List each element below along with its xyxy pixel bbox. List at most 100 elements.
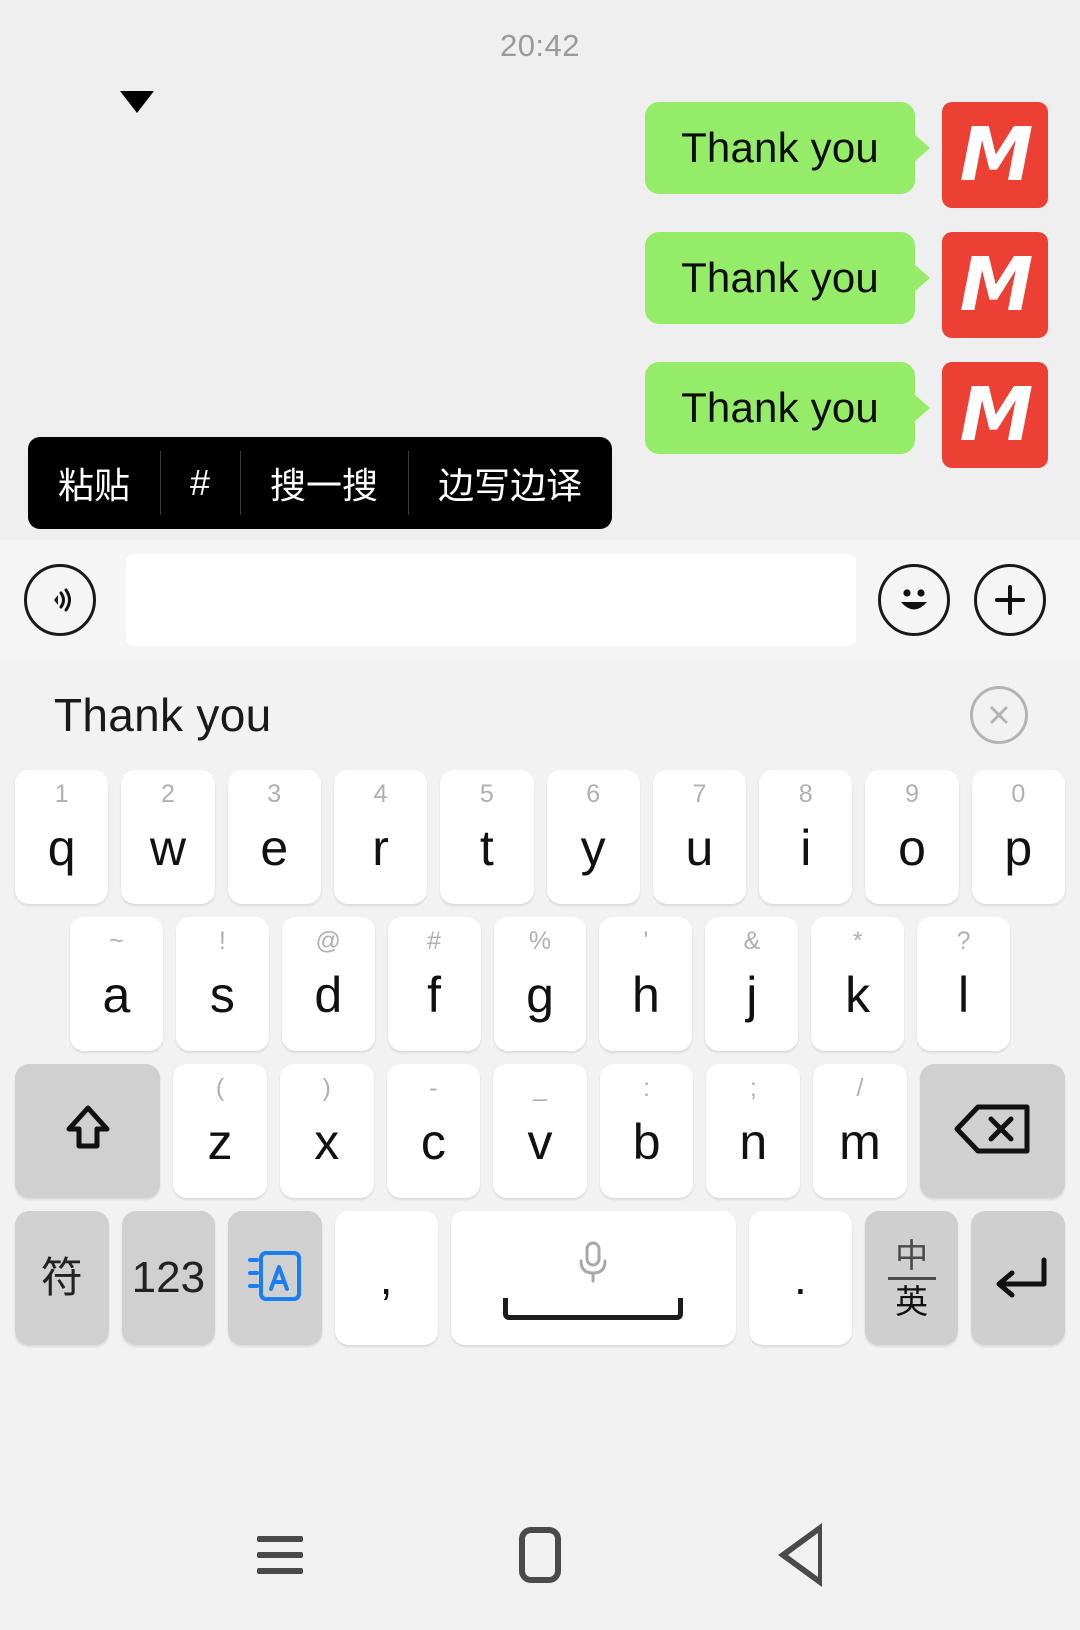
numeric-key-label: 123 xyxy=(131,1253,206,1302)
message-bubble-wrap[interactable]: Thank you xyxy=(645,232,930,325)
key-y[interactable]: 6 y xyxy=(546,770,640,904)
key-h[interactable]: ' h xyxy=(599,917,693,1051)
language-toggle-chinese: 中 xyxy=(895,1236,929,1274)
backspace-key[interactable] xyxy=(919,1064,1065,1198)
key-u[interactable]: 7 u xyxy=(652,770,747,904)
key-t[interactable]: 5 t xyxy=(440,770,534,904)
key-alt-label: 4 xyxy=(373,780,388,808)
key-j[interactable]: & j xyxy=(705,917,799,1051)
avatar[interactable]: M xyxy=(942,362,1048,468)
comma-key[interactable]: , xyxy=(334,1211,438,1345)
key-s[interactable]: ! s xyxy=(175,917,269,1051)
avatar-letter: M xyxy=(959,242,1034,328)
key-alt-label: ' xyxy=(643,927,649,955)
context-menu-item-hash[interactable]: # xyxy=(160,437,240,529)
key-c[interactable]: - c xyxy=(386,1064,481,1198)
key-main-label: n xyxy=(739,1114,768,1170)
key-v[interactable]: _ v xyxy=(493,1064,587,1198)
hamburger-recents-icon xyxy=(257,1536,303,1574)
smiley-icon[interactable] xyxy=(878,564,950,636)
bubble-tail xyxy=(914,134,930,163)
language-toggle-content: 中 英 xyxy=(887,1236,936,1320)
avatar[interactable]: M xyxy=(942,102,1048,208)
phone-screen: 20:42 Thank you M Thank you M Thank you xyxy=(0,0,1080,1630)
space-key-content xyxy=(503,1237,684,1320)
key-e[interactable]: 3 e xyxy=(227,770,321,904)
context-menu-item-paste[interactable]: 粘贴 xyxy=(28,437,160,529)
key-d[interactable]: @ d xyxy=(281,917,375,1051)
candidate-suggestion[interactable]: Thank you xyxy=(54,688,272,742)
message-bubble[interactable]: Thank you xyxy=(645,232,915,325)
key-main-label: t xyxy=(479,820,494,876)
avatar[interactable]: M xyxy=(942,232,1048,338)
symbol-key-label: 符 xyxy=(40,1254,83,1301)
chat-input-bar[interactable] xyxy=(0,540,1080,660)
enter-key[interactable] xyxy=(971,1211,1066,1345)
key-main-label: k xyxy=(845,967,871,1023)
table-row[interactable]: Thank you M xyxy=(0,232,1080,338)
back-button[interactable] xyxy=(745,1500,855,1610)
key-alt-label: ) xyxy=(322,1074,331,1102)
key-n[interactable]: ; n xyxy=(706,1064,801,1198)
key-alt-label: 6 xyxy=(586,780,601,808)
key-b[interactable]: : b xyxy=(599,1064,694,1198)
recents-button[interactable] xyxy=(225,1500,335,1610)
keyboard-row-4: 符 123 , . 中 英 xyxy=(0,1211,1080,1345)
candidate-bar[interactable]: Thank you xyxy=(0,660,1080,770)
key-w[interactable]: 2 w xyxy=(121,770,215,904)
message-bubble[interactable]: Thank you xyxy=(645,362,915,455)
key-m[interactable]: / m xyxy=(813,1064,907,1198)
key-main-label: g xyxy=(526,967,554,1023)
table-row[interactable]: Thank you M xyxy=(0,102,1080,208)
key-z[interactable]: ( z xyxy=(173,1064,267,1198)
plus-icon[interactable] xyxy=(974,564,1046,636)
key-alt-label: ! xyxy=(218,927,226,955)
soft-keyboard[interactable]: Thank you 1 q 2 w 3 e 4 r 5 t 6 y 7 u 8 … xyxy=(0,660,1080,1480)
period-key-label: . xyxy=(794,1252,807,1304)
key-l[interactable]: ? l xyxy=(917,917,1011,1051)
numeric-key[interactable]: 123 xyxy=(121,1211,216,1345)
shift-key[interactable] xyxy=(15,1064,161,1198)
text-context-menu[interactable]: 粘贴 # 搜一搜 边写边译 xyxy=(28,437,613,529)
close-circle-icon[interactable] xyxy=(970,686,1028,744)
voice-wave-icon[interactable] xyxy=(24,564,96,636)
message-bubble[interactable]: Thank you xyxy=(645,102,915,195)
message-bubble-wrap[interactable]: Thank you xyxy=(645,362,930,455)
key-alt-label: 1 xyxy=(54,780,69,808)
context-menu-item-search[interactable]: 搜一搜 xyxy=(240,437,408,529)
key-alt-label: @ xyxy=(315,927,341,955)
context-menu-item-translate[interactable]: 边写边译 xyxy=(408,437,612,529)
key-f[interactable]: # f xyxy=(387,917,481,1051)
language-toggle-english: 英 xyxy=(895,1282,929,1320)
key-alt-label: / xyxy=(856,1074,864,1102)
microphone-icon xyxy=(570,1237,616,1292)
comma-key-label: , xyxy=(379,1252,393,1304)
period-key[interactable]: . xyxy=(748,1211,852,1345)
key-r[interactable]: 4 r xyxy=(333,770,428,904)
bubble-tail xyxy=(914,394,930,423)
space-underline xyxy=(503,1297,684,1320)
key-alt-label: : xyxy=(643,1074,651,1102)
key-main-label: p xyxy=(1004,820,1033,876)
language-toggle-key[interactable]: 中 英 xyxy=(864,1211,959,1345)
key-q[interactable]: 1 q xyxy=(15,770,109,904)
key-main-label: o xyxy=(898,820,926,876)
key-alt-label: 9 xyxy=(905,780,919,808)
symbol-key[interactable]: 符 xyxy=(15,1211,109,1345)
space-key[interactable] xyxy=(450,1211,736,1345)
key-g[interactable]: % g xyxy=(493,917,587,1051)
key-main-label: m xyxy=(839,1114,881,1170)
key-o[interactable]: 9 o xyxy=(865,770,959,904)
key-a[interactable]: ~ a xyxy=(70,917,163,1051)
key-main-label: q xyxy=(47,820,76,876)
translate-key[interactable] xyxy=(228,1211,322,1345)
key-x[interactable]: ) x xyxy=(279,1064,374,1198)
key-main-label: b xyxy=(632,1114,661,1170)
key-i[interactable]: 8 i xyxy=(759,770,853,904)
backspace-icon xyxy=(949,1099,1035,1164)
home-button[interactable] xyxy=(485,1500,595,1610)
key-p[interactable]: 0 p xyxy=(971,770,1065,904)
message-bubble-wrap[interactable]: Thank you xyxy=(645,102,930,195)
key-k[interactable]: * k xyxy=(811,917,905,1051)
message-input[interactable] xyxy=(126,554,856,646)
